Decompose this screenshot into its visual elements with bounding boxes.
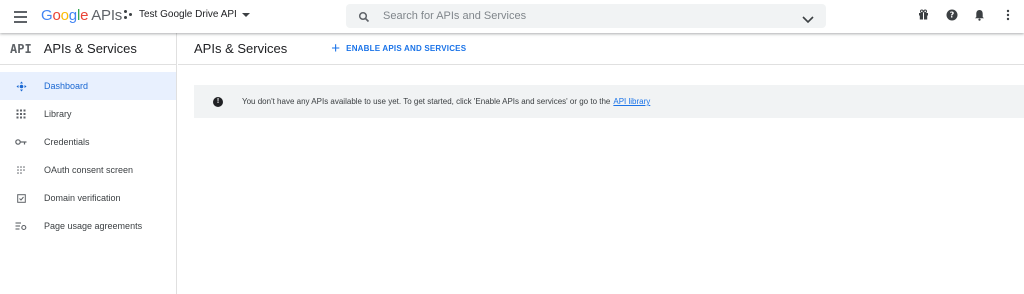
sidebar-title: APIs & Services bbox=[43, 41, 137, 56]
project-selector[interactable]: Test Google Drive API bbox=[124, 9, 250, 20]
caret-down-icon bbox=[241, 12, 250, 17]
banner-text: You don't have any APIs available to use… bbox=[242, 97, 611, 106]
logo-letter: o bbox=[60, 7, 69, 24]
notifications-icon[interactable] bbox=[973, 8, 986, 21]
logo-letter: o bbox=[52, 7, 61, 24]
sidebar: API APIs & Services Dashboard Library Cr… bbox=[0, 33, 177, 294]
oauth-icon bbox=[0, 165, 44, 175]
search-input[interactable] bbox=[383, 10, 783, 22]
key-icon bbox=[0, 138, 44, 146]
checkbox-icon bbox=[0, 193, 44, 203]
info-banner: ! You don't have any APIs available to u… bbox=[194, 85, 1024, 118]
enable-apis-button[interactable]: + ENABLE APIS AND SERVICES bbox=[331, 39, 467, 57]
project-icon bbox=[124, 9, 134, 20]
sidebar-nav: Dashboard Library Credentials OAuth cons… bbox=[0, 72, 176, 240]
svg-text:?: ? bbox=[949, 10, 954, 19]
page-title: APIs & Services bbox=[194, 41, 288, 56]
plus-icon: + bbox=[331, 39, 341, 57]
logo-letter: e bbox=[80, 7, 89, 24]
sidebar-item-dashboard[interactable]: Dashboard bbox=[0, 72, 176, 100]
info-icon: ! bbox=[213, 96, 223, 107]
chevron-down-icon[interactable] bbox=[802, 11, 814, 29]
settings-list-icon bbox=[0, 221, 44, 231]
sidebar-item-credentials[interactable]: Credentials bbox=[0, 128, 176, 156]
search-icon bbox=[358, 10, 370, 23]
main-header: APIs & Services + ENABLE APIS AND SERVIC… bbox=[178, 33, 1024, 65]
sidebar-item-page-usage-agreements[interactable]: Page usage agreements bbox=[0, 212, 176, 240]
search-bar[interactable] bbox=[346, 4, 826, 28]
main-content: APIs & Services + ENABLE APIS AND SERVIC… bbox=[178, 33, 1024, 294]
sidebar-item-label: Library bbox=[44, 109, 72, 119]
gift-icon[interactable] bbox=[917, 8, 930, 21]
sidebar-item-label: Page usage agreements bbox=[44, 221, 143, 231]
top-app-bar: GoogleAPIs Test Google Drive API ? bbox=[0, 0, 1024, 33]
sidebar-item-label: Domain verification bbox=[44, 193, 121, 203]
logo-letter: g bbox=[68, 7, 77, 24]
dashboard-icon bbox=[0, 81, 44, 92]
sidebar-item-label: Credentials bbox=[44, 137, 90, 147]
logo-letter: G bbox=[41, 7, 53, 24]
api-icon: API bbox=[10, 41, 32, 56]
sidebar-item-oauth-consent-screen[interactable]: OAuth consent screen bbox=[0, 156, 176, 184]
project-name: Test Google Drive API bbox=[139, 9, 237, 20]
more-vert-icon[interactable] bbox=[1001, 8, 1014, 21]
api-library-link[interactable]: API library bbox=[613, 97, 650, 106]
library-icon bbox=[0, 109, 44, 119]
sidebar-item-label: OAuth consent screen bbox=[44, 165, 134, 175]
help-icon[interactable]: ? bbox=[945, 8, 958, 21]
sidebar-item-domain-verification[interactable]: Domain verification bbox=[0, 184, 176, 212]
sidebar-header: API APIs & Services bbox=[0, 33, 176, 65]
menu-icon[interactable] bbox=[12, 8, 30, 26]
logo-suffix: APIs bbox=[91, 7, 123, 24]
sidebar-item-library[interactable]: Library bbox=[0, 100, 176, 128]
sidebar-item-label: Dashboard bbox=[44, 81, 89, 91]
enable-apis-button-label: ENABLE APIS AND SERVICES bbox=[346, 44, 467, 53]
google-apis-logo[interactable]: Google APIs bbox=[41, 7, 122, 24]
